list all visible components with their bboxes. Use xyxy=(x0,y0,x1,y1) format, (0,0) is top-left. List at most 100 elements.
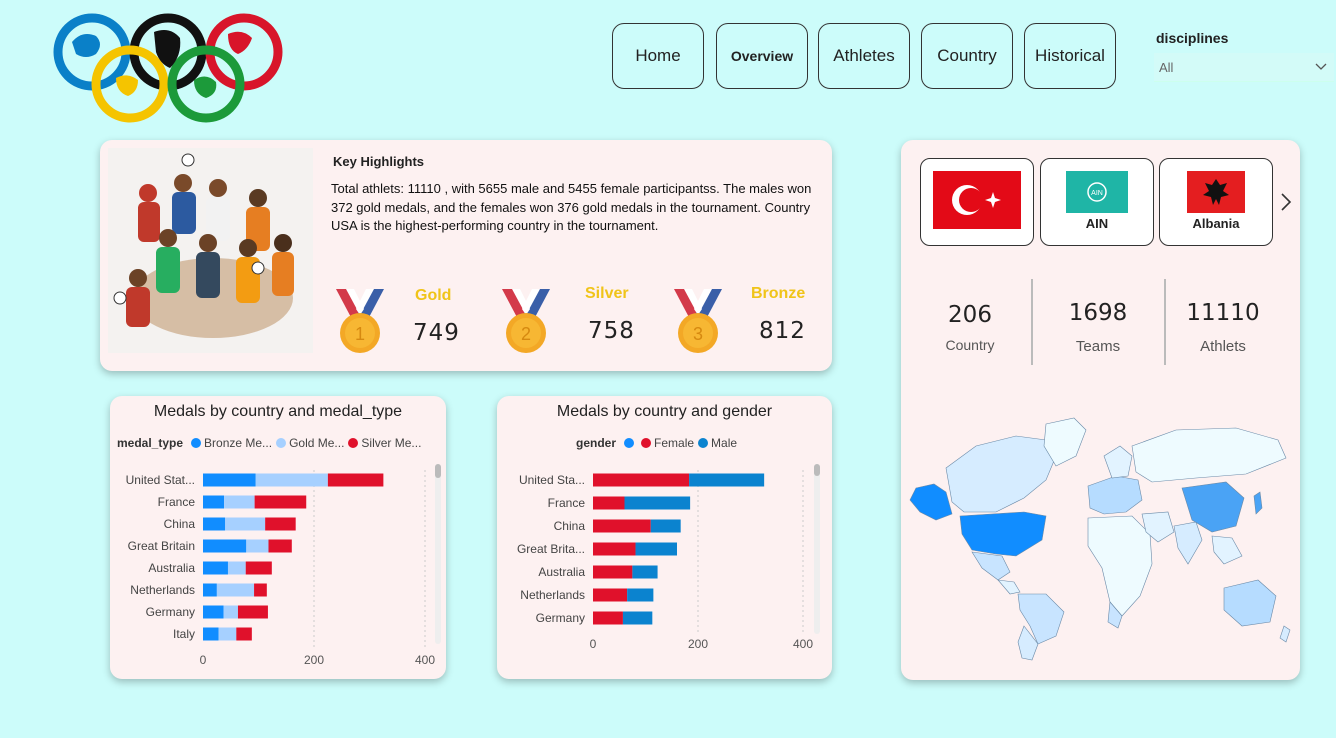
bar-segment xyxy=(224,495,255,509)
world-map[interactable] xyxy=(906,416,1294,661)
chart-scrollbar[interactable] xyxy=(435,464,441,644)
legend-item-female[interactable]: Female xyxy=(654,436,694,450)
y-category-label: Netherlands xyxy=(520,588,585,602)
disciplines-filter-label: disciplines xyxy=(1156,30,1229,46)
country-summary-card: AIN AIN Albania 206 Country 1698 Teams 1… xyxy=(901,140,1300,680)
bar-segment xyxy=(216,583,255,597)
bar-segment xyxy=(327,473,384,487)
bar-segment xyxy=(593,611,623,625)
bar-segment xyxy=(246,539,269,553)
nav-home-button[interactable]: Home xyxy=(612,23,704,89)
legend-swatch-female xyxy=(641,438,652,448)
legend-item-gold[interactable]: Gold Me... xyxy=(289,436,344,450)
chart-title: Medals by country and gender xyxy=(556,403,773,420)
bar-segment xyxy=(689,473,765,487)
bar-segment xyxy=(254,495,307,509)
key-highlights-title: Key Highlights xyxy=(333,154,425,169)
y-category-label: Germany xyxy=(146,605,195,619)
bar-segment xyxy=(650,519,681,533)
flag-card-albania[interactable]: Albania xyxy=(1159,158,1273,246)
map-region-central-america xyxy=(997,579,1021,595)
kpi-teams-label: Teams xyxy=(1075,338,1121,355)
bronze-value: 812 xyxy=(759,318,806,344)
bar-segment xyxy=(593,588,628,602)
chart-title: Medals by country and medal_type xyxy=(153,403,403,420)
kpi-teams-value: 1698 xyxy=(1068,300,1128,326)
bar-segment xyxy=(203,561,228,575)
y-category-label: France xyxy=(548,496,586,510)
bar-segment xyxy=(265,517,296,531)
flag-card-turkey[interactable] xyxy=(920,158,1034,246)
nav-bar: Home Overview Athletes Country Historica… xyxy=(612,23,1122,89)
kpi-athlets-value: 11110 xyxy=(1186,300,1260,326)
bar-segment xyxy=(203,605,224,619)
map-region-new-zealand xyxy=(1279,625,1291,643)
chart-legend: gender Female Male xyxy=(576,436,737,450)
bar-segment xyxy=(237,605,268,619)
bronze-medal-icon: 3 xyxy=(674,289,722,353)
y-category-label: United Stat... xyxy=(126,473,195,487)
bar-segment xyxy=(635,542,677,556)
chart-scrollbar[interactable] xyxy=(814,464,820,634)
medal-type-bar-chart: 0 200 400 United Stat... France China Great Br… xyxy=(126,470,435,667)
map-region-africa xyxy=(1087,515,1153,617)
gold-label: Gold xyxy=(415,287,452,304)
chevron-right-icon[interactable] xyxy=(1279,192,1293,212)
key-highlights-card: Key Highlights Total athlets: 11110 , wi… xyxy=(100,140,832,371)
bar-segment xyxy=(245,561,272,575)
x-tick-label: 200 xyxy=(688,637,708,651)
flag-name: AIN xyxy=(1085,216,1109,231)
bar-segment xyxy=(593,496,625,510)
bar-segment xyxy=(593,542,636,556)
y-category-label: Italy xyxy=(173,627,195,641)
nav-country-button[interactable]: Country xyxy=(921,23,1013,89)
bar-segment xyxy=(203,473,256,487)
silver-value: 758 xyxy=(588,318,635,344)
gold-medal-number: 1 xyxy=(355,324,365,344)
legend-item-bronze[interactable]: Bronze Me... xyxy=(204,436,272,450)
kpi-athlets-label: Athlets xyxy=(1200,338,1246,355)
y-category-label: China xyxy=(164,517,196,531)
x-tick-label: 200 xyxy=(304,653,324,667)
disciplines-dropdown[interactable]: All xyxy=(1154,53,1334,82)
bar-segment xyxy=(203,627,219,641)
legend-item-male[interactable]: Male xyxy=(711,436,737,450)
map-region-alaska xyxy=(909,483,953,521)
map-region-india xyxy=(1173,521,1203,565)
nav-overview-button[interactable]: Overview xyxy=(716,23,808,89)
chevron-down-icon xyxy=(1315,63,1327,70)
gender-bar-chart: 0 200 400 United Sta... France China Great Bri… xyxy=(517,470,813,651)
bar-segment xyxy=(268,539,292,553)
flag-name: Albania xyxy=(1192,216,1240,231)
silver-label: Silver xyxy=(585,285,629,302)
bar-segment xyxy=(203,539,247,553)
map-region-canada xyxy=(945,435,1057,513)
svg-text:AIN: AIN xyxy=(1091,190,1103,197)
map-region-europe xyxy=(1087,475,1143,515)
bronze-medal-number: 3 xyxy=(693,324,703,344)
olympic-rings-logo xyxy=(53,13,283,123)
disciplines-dropdown-value: All xyxy=(1159,60,1174,75)
bar-segment xyxy=(254,583,267,597)
y-category-label: China xyxy=(554,519,586,533)
bar-segment xyxy=(236,627,252,641)
legend-item-silver[interactable]: Silver Me... xyxy=(361,436,421,450)
bar-segment xyxy=(225,517,266,531)
gold-medal-icon: 1 xyxy=(336,289,384,353)
bar-segment xyxy=(203,583,217,597)
bar-segment xyxy=(218,627,237,641)
bar-segment xyxy=(223,605,238,619)
flag-card-ain[interactable]: AIN AIN xyxy=(1040,158,1154,246)
y-category-label: Germany xyxy=(536,611,585,625)
nav-athletes-button[interactable]: Athletes xyxy=(818,23,910,89)
kpi-divider xyxy=(1031,279,1033,365)
nav-historical-button[interactable]: Historical xyxy=(1024,23,1116,89)
chart-legend: medal_type Bronze Me... Gold Me... Silve… xyxy=(117,436,421,450)
athletes-collage-image xyxy=(108,148,313,353)
y-category-label: Netherlands xyxy=(130,583,195,597)
legend-title: gender xyxy=(576,436,617,450)
y-category-label: Australia xyxy=(148,561,195,575)
bar-segment xyxy=(632,565,658,579)
silver-medal-icon: 2 xyxy=(502,289,550,353)
turkey-flag-icon xyxy=(933,171,1021,229)
